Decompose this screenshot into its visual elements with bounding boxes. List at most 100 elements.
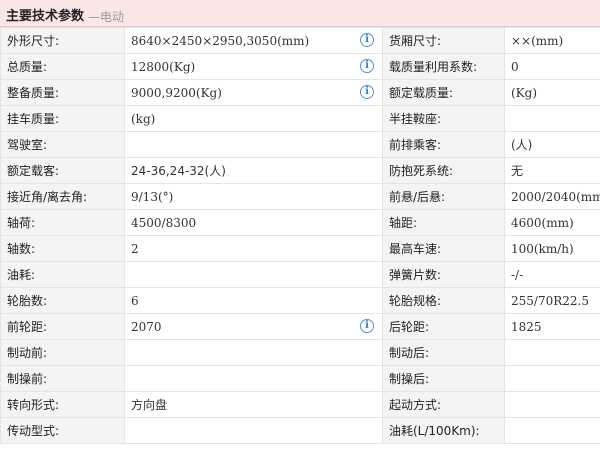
table-row: 轴荷: 4500/8300 轴距: 4600(mm)	[0, 209, 600, 236]
spec-value-text: (kg)	[131, 111, 156, 126]
spec-label: 油耗(L/100Km):	[382, 417, 505, 444]
spec-value: ××(mm)	[504, 27, 600, 54]
spec-label: 整备质量:	[0, 79, 125, 106]
spec-label: 轴数:	[0, 235, 125, 262]
info-icon[interactable]: i	[360, 319, 374, 333]
spec-value: (人)	[504, 131, 600, 158]
spec-label-text: 油耗(L/100Km):	[389, 424, 480, 438]
spec-label: 制操前:	[0, 365, 125, 392]
spec-label: 前悬/后悬:	[382, 183, 505, 210]
spec-label-text: 半挂鞍座:	[389, 112, 442, 126]
spec-value	[124, 339, 383, 366]
spec-value-text: 无	[511, 164, 524, 178]
table-row: 外形尺寸: 8640×2450×2950,3050(mm) i 货厢尺寸: ××(mm)	[0, 27, 600, 54]
table-row: 驾驶室: 前排乘客: (人)	[0, 131, 600, 158]
spec-label-text: 额定载客:	[7, 164, 60, 178]
spec-value: 0	[504, 53, 600, 80]
spec-value: (Kg)	[504, 79, 600, 106]
spec-label: 驾驶室:	[0, 131, 125, 158]
spec-label: 防抱死系统:	[382, 157, 505, 184]
spec-value-text: 方向盘	[131, 398, 168, 412]
spec-value: 方向盘	[124, 391, 383, 418]
spec-label-text: 外形尺寸:	[7, 34, 60, 48]
spec-value: 2070 i	[124, 313, 383, 340]
spec-label-text: 传动型式:	[7, 424, 60, 438]
spec-label-text: 载质量利用系数:	[389, 60, 478, 74]
spec-value-text: 9/13(°)	[131, 189, 174, 204]
spec-label-text: 最高车速:	[389, 242, 442, 256]
spec-label-text: 油耗:	[7, 268, 36, 282]
table-row: 接近角/离去角: 9/13(°) 前悬/后悬: 2000/2040(mm)	[0, 183, 600, 210]
spec-value-text: -/-	[511, 267, 524, 282]
spec-value: 9/13(°)	[124, 183, 383, 210]
spec-table: 外形尺寸: 8640×2450×2950,3050(mm) i 货厢尺寸: ××(mm)…	[0, 27, 600, 444]
spec-label: 弹簧片数:	[382, 261, 505, 288]
spec-label-text: 制动后:	[389, 346, 430, 360]
spec-value-text: 1825	[511, 319, 542, 334]
spec-value-text: 2000/2040(mm)	[511, 189, 600, 204]
spec-label: 制动后:	[382, 339, 505, 366]
table-row: 额定载客: 24-36,24-32(人) 防抱死系统: 无	[0, 157, 600, 184]
spec-value: 255/70R22.5	[504, 287, 600, 314]
spec-label: 轴距:	[382, 209, 505, 236]
spec-label: 载质量利用系数:	[382, 53, 505, 80]
spec-label: 货厢尺寸:	[382, 27, 505, 54]
spec-label-text: 前悬/后悬:	[389, 190, 446, 204]
spec-value: 100(km/h)	[504, 235, 600, 262]
spec-label: 挂车质量:	[0, 105, 125, 132]
spec-label-text: 制操后:	[389, 372, 430, 386]
spec-value: 无	[504, 157, 600, 184]
spec-label: 接近角/离去角:	[0, 183, 125, 210]
spec-label: 总质量:	[0, 53, 125, 80]
spec-label: 前轮距:	[0, 313, 125, 340]
spec-value-text: 12800(Kg)	[131, 59, 196, 74]
table-row: 制动前: 制动后:	[0, 339, 600, 366]
spec-value-text: 100(km/h)	[511, 241, 574, 256]
spec-label-text: 防抱死系统:	[389, 164, 454, 178]
table-row: 制操前: 制操后:	[0, 365, 600, 392]
spec-value: 9000,9200(Kg) i	[124, 79, 383, 106]
spec-label-text: 轮胎规格:	[389, 294, 442, 308]
table-row: 传动型式: 油耗(L/100Km):	[0, 417, 600, 444]
spec-value	[504, 105, 600, 132]
spec-value-text: 4500/8300	[131, 215, 197, 230]
spec-label: 制操后:	[382, 365, 505, 392]
info-icon[interactable]: i	[360, 33, 374, 47]
spec-label-text: 前轮距:	[7, 320, 48, 334]
spec-value: 1825	[504, 313, 600, 340]
spec-value	[124, 417, 383, 444]
spec-value: -/-	[504, 261, 600, 288]
spec-value: 4500/8300	[124, 209, 383, 236]
spec-value	[124, 261, 383, 288]
spec-label: 转向形式:	[0, 391, 125, 418]
spec-label-text: 挂车质量:	[7, 112, 60, 126]
spec-value	[504, 339, 600, 366]
spec-value-text: 0	[511, 59, 519, 74]
spec-label: 起动方式:	[382, 391, 505, 418]
spec-label-text: 总质量:	[7, 60, 48, 74]
spec-label-text: 驾驶室:	[7, 138, 48, 152]
spec-value-text: 9000,9200(Kg)	[131, 85, 222, 100]
spec-value: 2000/2040(mm)	[504, 183, 600, 210]
spec-label: 轮胎数:	[0, 287, 125, 314]
info-icon[interactable]: i	[360, 85, 374, 99]
spec-label-text: 转向形式:	[7, 398, 60, 412]
spec-label-text: 起动方式:	[389, 398, 442, 412]
spec-label-text: 额定载质量:	[389, 86, 454, 100]
section-header: 主要技术参数 —电动	[0, 0, 600, 27]
section-subtitle: —电动	[88, 10, 125, 24]
table-row: 油耗: 弹簧片数: -/-	[0, 261, 600, 288]
spec-value-text: 6	[131, 293, 139, 308]
spec-label-text: 后轮距:	[389, 320, 430, 334]
info-icon[interactable]: i	[360, 59, 374, 73]
spec-value: (kg)	[124, 105, 383, 132]
table-row: 前轮距: 2070 i 后轮距: 1825	[0, 313, 600, 340]
spec-label: 传动型式:	[0, 417, 125, 444]
table-row: 挂车质量: (kg) 半挂鞍座:	[0, 105, 600, 132]
spec-label-text: 接近角/离去角:	[7, 190, 88, 204]
spec-value: 12800(Kg) i	[124, 53, 383, 80]
spec-value-text: 255/70R22.5	[511, 293, 589, 308]
spec-value	[504, 391, 600, 418]
spec-value: 8640×2450×2950,3050(mm) i	[124, 27, 383, 54]
spec-label: 前排乘客:	[382, 131, 505, 158]
